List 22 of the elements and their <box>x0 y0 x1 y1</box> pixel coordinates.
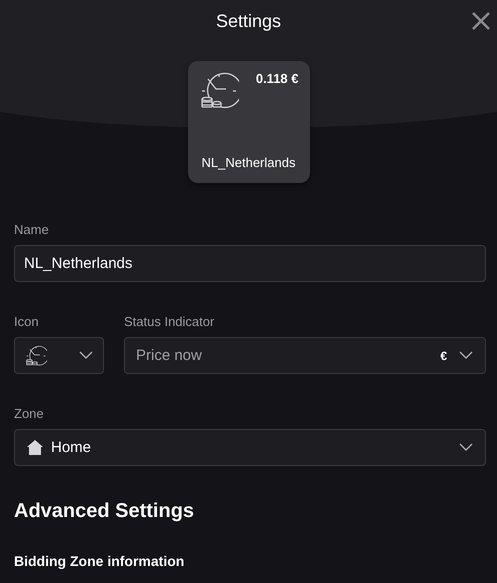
home-icon <box>27 440 43 455</box>
zone-name: NL_Netherlands <box>200 155 296 172</box>
field-label: Status Indicator <box>124 314 216 329</box>
chevron-down-icon <box>79 351 93 360</box>
section-heading: Advanced Settings <box>14 500 196 523</box>
clock-coins-icon <box>25 344 47 366</box>
name-input[interactable]: NL_Netherlands <box>14 245 486 282</box>
window-title: Settings <box>216 11 282 33</box>
field-label: Name <box>14 222 50 237</box>
clock-coins-icon <box>198 71 238 111</box>
close-icon <box>471 11 491 31</box>
chevron-down-icon <box>459 351 473 360</box>
status-indicator-dropdown[interactable]: Price now € <box>124 337 486 374</box>
euro-sign: € <box>440 348 447 362</box>
icon-dropdown[interactable] <box>14 337 104 374</box>
chevron-down-icon <box>459 443 473 452</box>
zone-preview-card[interactable]: 0.118 € NL_Netherlands <box>188 61 310 183</box>
subsection-heading: Bidding Zone information <box>14 553 186 569</box>
field-label: Icon <box>14 314 40 329</box>
field-label: Zone <box>14 406 45 421</box>
price-text: 0.118 € <box>256 71 298 86</box>
zone-dropdown[interactable]: Home <box>14 429 486 466</box>
